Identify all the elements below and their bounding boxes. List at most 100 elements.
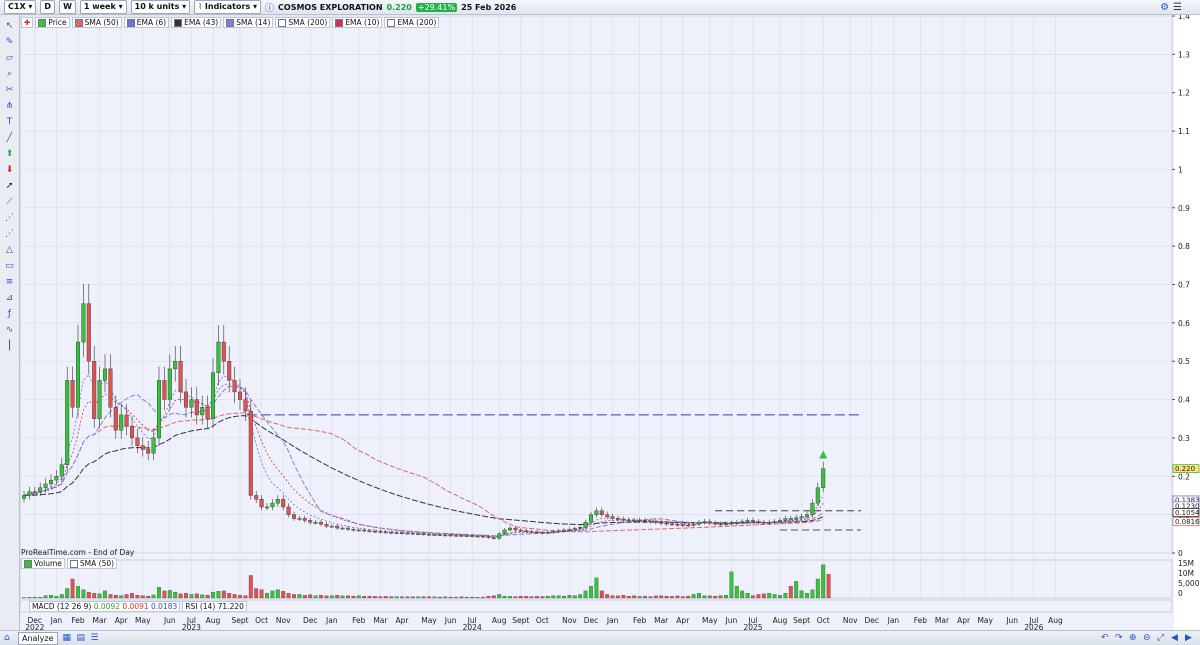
- down-arrow-icon[interactable]: ⬇: [4, 165, 15, 176]
- legend-ema6[interactable]: EMA (6): [123, 17, 170, 28]
- analyze-button[interactable]: Analyze: [18, 631, 58, 645]
- fib-retrace-icon[interactable]: ƒ: [4, 309, 15, 320]
- volume-bar: [448, 596, 453, 599]
- volume-bar: [761, 593, 766, 599]
- zoom-icon[interactable]: ⌕: [4, 69, 15, 80]
- list-icon[interactable]: ☰: [91, 633, 100, 643]
- volume-bar: [524, 596, 529, 599]
- legend-macd[interactable]: MACD (12 26 9) 0.0092 0.0091 0.0183: [29, 601, 181, 612]
- vertical-line-icon[interactable]: │: [4, 341, 15, 352]
- candle-body: [740, 521, 745, 523]
- fit-icon[interactable]: ⤢: [1157, 633, 1166, 643]
- candle-body: [745, 520, 750, 522]
- candle-body: [183, 391, 188, 408]
- volume-bar: [632, 595, 637, 599]
- volume-bar: [383, 596, 388, 599]
- scroll-left-icon[interactable]: ◀: [1171, 633, 1180, 643]
- units-selector[interactable]: 10 k units ▾: [130, 0, 191, 14]
- legend-ema10[interactable]: EMA (10): [332, 17, 383, 28]
- legend-sma50[interactable]: SMA (50): [71, 17, 122, 28]
- volume-bar: [637, 596, 642, 599]
- settings-icon[interactable]: ⚙: [1160, 2, 1169, 13]
- layout-icon[interactable]: ▦: [63, 633, 72, 643]
- fibonacci-icon[interactable]: ✂: [4, 85, 15, 96]
- price-chart[interactable]: 00.10.20.30.40.50.60.70.80.911.11.21.31.…: [0, 0, 1200, 645]
- candle-body: [81, 303, 86, 343]
- home-icon[interactable]: ⌂: [4, 633, 13, 643]
- candle-body: [405, 532, 410, 535]
- channel-icon[interactable]: ⟋: [4, 197, 15, 208]
- info-icon[interactable]: ⓘ: [265, 1, 274, 14]
- text-tool-icon[interactable]: T: [4, 117, 15, 128]
- zoom-out-icon[interactable]: ⊖: [1143, 633, 1152, 643]
- redo-icon[interactable]: ↷: [1115, 633, 1124, 643]
- volume-bar: [265, 593, 269, 599]
- legend-price[interactable]: Price: [35, 17, 70, 28]
- x-tick-label: Apr: [676, 616, 690, 625]
- levels-icon[interactable]: ≡: [4, 277, 15, 288]
- volume-bar: [724, 595, 728, 599]
- triangle-icon[interactable]: △: [4, 245, 15, 256]
- candle-body: [54, 476, 59, 481]
- cursor-icon[interactable]: ↖: [4, 21, 15, 32]
- arrow-tool-icon[interactable]: ➚: [4, 181, 15, 192]
- legend-sma14[interactable]: SMA (14): [223, 17, 274, 28]
- segment-icon[interactable]: ⋰: [4, 213, 15, 224]
- volume-bar: [497, 594, 502, 599]
- ray-icon[interactable]: ⋰: [4, 229, 15, 240]
- candle-body: [729, 522, 734, 525]
- indicator-legend: MACD (12 26 9) 0.0092 0.0091 0.0183 RSI …: [29, 601, 247, 612]
- table-icon[interactable]: ▤: [77, 633, 86, 643]
- daily-button[interactable]: D: [40, 0, 56, 14]
- volume-bar: [767, 593, 772, 599]
- trendline-icon[interactable]: ╱: [4, 133, 15, 144]
- volume-bar: [794, 581, 799, 599]
- period-selector[interactable]: 1 week ▾: [79, 0, 127, 14]
- sma14-swatch: [226, 18, 235, 27]
- legend-volume-sma50[interactable]: SMA (50): [66, 558, 118, 569]
- candle-body: [664, 522, 669, 525]
- crosshair-icon[interactable]: ✎: [4, 37, 15, 48]
- legend-ema43[interactable]: EMA (43): [171, 17, 222, 28]
- y-tick-label: 0: [1178, 549, 1183, 558]
- pitchfork-icon[interactable]: ⋔: [4, 101, 15, 112]
- volume-bar: [329, 595, 334, 599]
- candle-body: [545, 532, 550, 534]
- undo-icon[interactable]: ↶: [1101, 633, 1110, 643]
- up-arrow-icon[interactable]: ⬆: [4, 149, 15, 160]
- candle-body: [805, 514, 810, 517]
- zoom-in-icon[interactable]: ⊕: [1129, 633, 1138, 643]
- candle-body: [518, 529, 523, 532]
- volume-bar: [362, 596, 367, 599]
- weekly-button[interactable]: W: [59, 0, 76, 14]
- legend-add[interactable]: ✚: [21, 17, 34, 28]
- candle-body: [237, 391, 242, 400]
- candle-body: [605, 514, 610, 517]
- candle-body: [788, 518, 793, 520]
- y-tick-label: 1.1: [1178, 127, 1190, 136]
- volume-bar: [81, 589, 86, 599]
- scroll-right-icon[interactable]: ▶: [1185, 633, 1194, 643]
- legend-rsi[interactable]: RSI (14) 71.220: [182, 601, 247, 612]
- volume-bar: [664, 595, 669, 599]
- ticker-selector[interactable]: C1X ▾: [4, 0, 37, 14]
- volume-bar: [373, 596, 377, 599]
- gann-icon[interactable]: ⊿: [4, 293, 15, 304]
- legend-ema200[interactable]: EMA (200): [384, 17, 440, 28]
- menu-icon[interactable]: ☰: [1173, 2, 1182, 13]
- indicators-button[interactable]: ⌇ Indicators ▾: [194, 0, 262, 14]
- rectangle-icon[interactable]: ▭: [4, 261, 15, 272]
- candle-body: [751, 520, 756, 522]
- cycle-icon[interactable]: ∿: [4, 325, 15, 336]
- candle-body: [346, 527, 351, 530]
- ruler-icon[interactable]: ▱: [4, 53, 15, 64]
- volume-bar: [194, 593, 199, 599]
- x-tick-label: Jun: [1005, 616, 1018, 625]
- candle-body: [232, 380, 237, 393]
- volume-bar: [162, 590, 167, 599]
- legend-sma200[interactable]: SMA (200): [275, 17, 331, 28]
- volume-bar: [626, 595, 631, 599]
- volume-bar: [65, 588, 70, 599]
- candle-body: [373, 530, 378, 533]
- legend-volume[interactable]: Volume: [21, 558, 65, 569]
